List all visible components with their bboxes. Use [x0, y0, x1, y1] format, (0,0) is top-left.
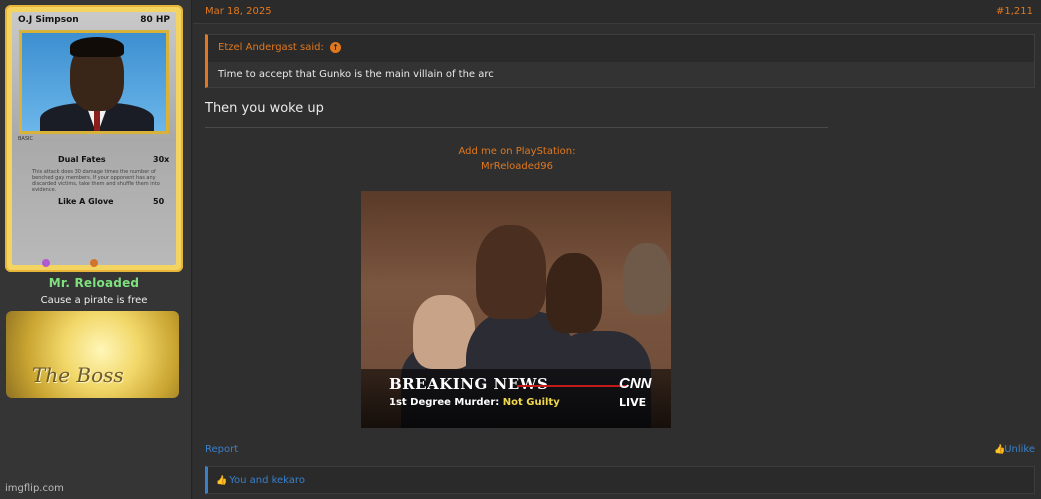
card-photo	[19, 30, 169, 134]
quote-jump-icon[interactable]: ↑	[330, 42, 341, 53]
news-subline-verdict: Not Guilty	[502, 397, 560, 408]
post-date[interactable]: Mar 18, 2025	[205, 6, 272, 17]
card-attack2-damage: 50	[153, 197, 165, 206]
fighting-energy-icon	[90, 259, 98, 267]
post-body-text: Then you woke up	[205, 101, 324, 116]
card-attack2-name: Like A Glove	[58, 197, 114, 206]
report-link[interactable]: Report	[205, 444, 238, 455]
news-live-badge: LIVE	[619, 396, 647, 409]
quote-header[interactable]: Etzel Andergast said: ↑	[208, 35, 1034, 62]
unlike-button[interactable]: 👍Unlike	[994, 444, 1035, 455]
thumbs-up-icon: 👍	[216, 476, 228, 486]
news-subline: 1st Degree Murder: Not Guilty	[389, 397, 560, 408]
signature-line-1: Add me on PlayStation:	[458, 146, 576, 157]
post-number[interactable]: #1,211	[996, 6, 1033, 17]
post-header: Mar 18, 2025 #1,211	[193, 0, 1041, 24]
card-attack1-name: Dual Fates	[58, 155, 106, 164]
likes-bar[interactable]: 👍 You and kekaro	[205, 466, 1035, 494]
post-footer: Report 👍Unlike	[205, 444, 1035, 458]
card-hp: 80 HP	[140, 15, 170, 25]
imgflip-watermark: imgflip.com	[5, 483, 64, 494]
quote-text: Time to accept that Gunko is the main vi…	[218, 69, 494, 80]
cnn-logo: CNN	[619, 375, 652, 392]
user-banner: The Boss	[6, 311, 179, 398]
card-attack1-desc: This attack does 30 damage times the num…	[32, 169, 160, 193]
card-name: O.J Simpson	[18, 15, 79, 25]
news-red-line	[517, 385, 627, 387]
avatar[interactable]: O.J Simpson 80 HP BASIC Dual Fates 30x T…	[5, 5, 183, 272]
news-subline-prefix: 1st Degree Murder:	[389, 397, 500, 408]
user-info-column: O.J Simpson 80 HP BASIC Dual Fates 30x T…	[0, 0, 192, 499]
post-main: Mar 18, 2025 #1,211 Etzel Andergast said…	[193, 0, 1041, 499]
signature-line-2: MrReloaded96	[481, 161, 553, 172]
thumbs-up-icon: 👍	[994, 445, 1006, 455]
quote-block: Etzel Andergast said: ↑ Time to accept t…	[205, 34, 1035, 88]
signature-divider	[205, 127, 828, 128]
likes-summary[interactable]: 👍 You and kekaro	[216, 475, 305, 486]
user-title: Cause a pirate is free	[40, 295, 148, 306]
signature-gif: BREAKING NEWS CNN 1st Degree Murder: Not…	[361, 191, 671, 428]
psychic-energy-icon	[42, 259, 50, 267]
unlike-label: Unlike	[1004, 444, 1035, 455]
banner-text: The Boss	[32, 363, 124, 387]
likes-text: You and kekaro	[229, 475, 305, 486]
card-basic-label: BASIC	[18, 136, 33, 142]
avatar-card-inner: O.J Simpson 80 HP BASIC Dual Fates 30x T…	[12, 12, 176, 267]
card-attack1-damage: 30x	[153, 155, 170, 164]
quote-author[interactable]: Etzel Andergast said:	[218, 42, 324, 53]
username[interactable]: Mr. Reloaded	[0, 276, 188, 290]
news-headline: BREAKING NEWS	[389, 375, 549, 393]
